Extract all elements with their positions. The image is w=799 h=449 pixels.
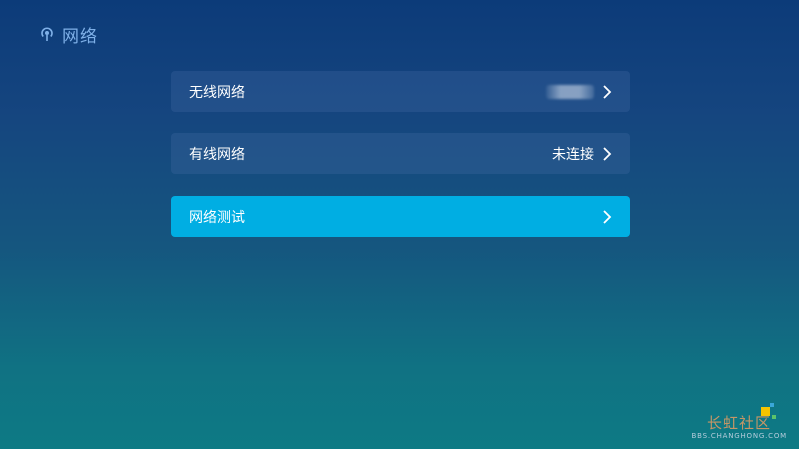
chevron-right-icon: [602, 84, 612, 99]
menu-item-right: [546, 84, 612, 99]
chevron-right-icon: [602, 209, 612, 224]
redacted-network-name: [546, 84, 594, 99]
page-header: 网络: [38, 22, 98, 47]
menu-item-right: [602, 209, 612, 224]
menu-item-label: 有线网络: [189, 146, 245, 163]
menu-item-wired-network[interactable]: 有线网络 未连接: [171, 133, 630, 174]
network-icon: [38, 25, 56, 43]
menu-item-right: 未连接: [552, 144, 612, 164]
watermark-url: BBS.CHANGHONG.COM: [691, 432, 787, 440]
menu-item-network-test[interactable]: 网络测试: [171, 196, 630, 237]
menu-item-label: 无线网络: [189, 84, 245, 101]
chevron-right-icon: [602, 146, 612, 161]
connection-status: 未连接: [552, 146, 594, 163]
watermark-brand: 长虹社区: [706, 414, 771, 432]
menu-item-wireless-network[interactable]: 无线网络: [171, 71, 630, 112]
menu-item-label: 网络测试: [189, 209, 245, 226]
page-title: 网络: [62, 26, 98, 47]
watermark: 长虹社区 BBS.CHANGHONG.COM: [685, 402, 793, 442]
